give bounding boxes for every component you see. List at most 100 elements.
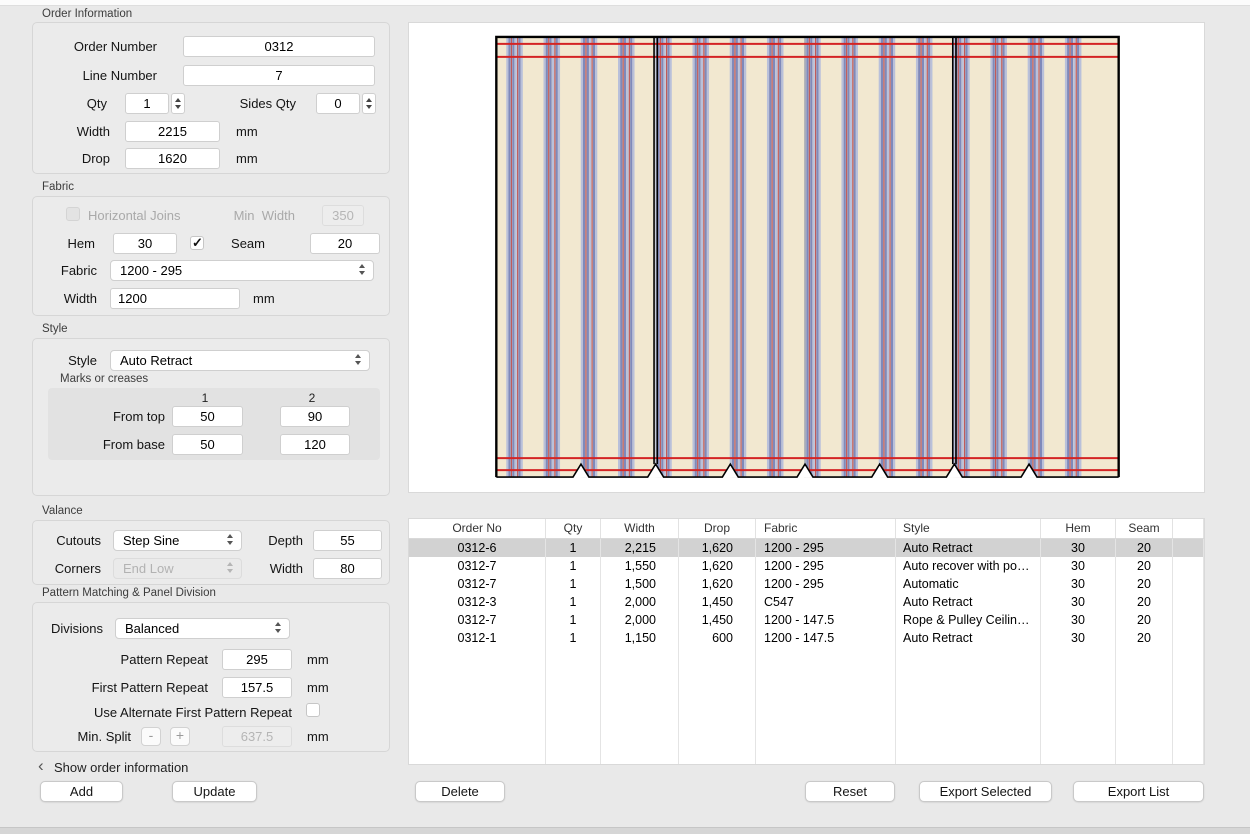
divisions-select[interactable]: Balanced	[115, 618, 290, 639]
table-cell	[1116, 701, 1173, 719]
window-top-edge	[0, 0, 1250, 6]
table-cell	[1116, 665, 1173, 683]
pattern-repeat-field[interactable]: 295	[222, 649, 292, 670]
table-row[interactable]	[409, 647, 1204, 665]
table-row[interactable]	[409, 737, 1204, 755]
table-cell: Auto Retract	[896, 629, 1041, 647]
table-row[interactable]: 0312-612,2151,6201200 - 295Auto Retract3…	[409, 539, 1204, 557]
table-cell	[1173, 575, 1204, 593]
table-row[interactable]	[409, 665, 1204, 683]
table-row[interactable]	[409, 701, 1204, 719]
table-cell	[1173, 611, 1204, 629]
width-unit-label: mm	[236, 124, 258, 139]
table-row[interactable]: 0312-711,5501,6201200 - 295Auto recover …	[409, 557, 1204, 575]
table-cell	[409, 719, 546, 737]
table-row[interactable]: 0312-711,5001,6201200 - 295Automatic3020	[409, 575, 1204, 593]
column-header[interactable]: Hem	[1041, 519, 1116, 538]
table-cell: 1,500	[601, 575, 679, 593]
column-header[interactable]: Seam	[1116, 519, 1173, 538]
table-cell: 1200 - 147.5	[756, 611, 896, 629]
use-alternate-first-pattern-repeat-checkbox[interactable]	[306, 703, 320, 717]
corners-select-value: End Low	[123, 561, 174, 576]
table-cell: 1,620	[679, 539, 756, 557]
table-cell: 1200 - 147.5	[756, 629, 896, 647]
table-cell: Rope & Pulley Ceilin…	[896, 611, 1041, 629]
add-button[interactable]: Add	[40, 781, 123, 802]
table-row[interactable]	[409, 719, 1204, 737]
table-cell: 0312-6	[409, 539, 546, 557]
table-row[interactable]: 0312-312,0001,450C547Auto Retract3020	[409, 593, 1204, 611]
section-title-style: Style	[42, 323, 68, 335]
marks-column-1-header: 1	[185, 391, 225, 405]
horizontal-joins-checkbox[interactable]	[66, 207, 80, 221]
delete-button[interactable]: Delete	[415, 781, 505, 802]
min-width-field[interactable]: 350	[322, 205, 364, 226]
min-split-decrement-button[interactable]: -	[141, 727, 161, 746]
width-field[interactable]: 2215	[125, 121, 220, 142]
width-label: Width	[50, 124, 110, 139]
line-number-label: Line Number	[37, 68, 157, 83]
drop-field[interactable]: 1620	[125, 148, 220, 169]
line-number-field[interactable]: 7	[183, 65, 375, 86]
qty-stepper[interactable]	[171, 93, 185, 114]
depth-label: Depth	[253, 533, 303, 548]
table-cell: 1,150	[601, 629, 679, 647]
table-body: 0312-612,2151,6201200 - 295Auto Retract3…	[409, 539, 1204, 765]
min-split-increment-button[interactable]: +	[170, 727, 190, 746]
sides-qty-field[interactable]: 0	[316, 93, 360, 114]
table-cell	[1173, 557, 1204, 575]
table-cell	[409, 737, 546, 755]
fabric-width-label: Width	[47, 291, 97, 306]
table-cell	[1041, 701, 1116, 719]
table-row[interactable]	[409, 683, 1204, 701]
table-cell	[896, 647, 1041, 665]
order-number-field[interactable]: 0312	[183, 36, 375, 57]
drop-unit-label: mm	[236, 151, 258, 166]
qty-field[interactable]: 1	[125, 93, 169, 114]
table-cell: 1,450	[679, 593, 756, 611]
valance-width-field[interactable]: 80	[313, 558, 382, 579]
table-cell	[601, 719, 679, 737]
corners-select[interactable]: End Low	[113, 558, 242, 579]
from-base-1-field[interactable]: 50	[172, 434, 243, 455]
column-header[interactable]: Fabric	[756, 519, 896, 538]
from-top-1-field[interactable]: 50	[172, 406, 243, 427]
update-button[interactable]: Update	[172, 781, 257, 802]
table-cell	[1116, 647, 1173, 665]
fabric-select[interactable]: 1200 - 295	[110, 260, 374, 281]
export-selected-button[interactable]: Export Selected	[919, 781, 1052, 802]
cutouts-select[interactable]: Step Sine	[113, 530, 242, 551]
seam-field[interactable]: 20	[310, 233, 380, 254]
min-split-field[interactable]: 637.5	[222, 726, 292, 747]
style-label: Style	[47, 353, 97, 368]
column-header[interactable]: Drop	[679, 519, 756, 538]
table-row[interactable]: 0312-712,0001,4501200 - 147.5Rope & Pull…	[409, 611, 1204, 629]
column-header[interactable]: Qty	[546, 519, 601, 538]
from-top-2-field[interactable]: 90	[280, 406, 350, 427]
table-cell: 20	[1116, 593, 1173, 611]
sides-qty-stepper[interactable]	[362, 93, 376, 114]
column-header[interactable]: Width	[601, 519, 679, 538]
table-cell: 1,550	[601, 557, 679, 575]
hem-field[interactable]: 30	[113, 233, 177, 254]
fabric-width-field[interactable]: 1200	[110, 288, 240, 309]
table-cell	[756, 665, 896, 683]
from-base-2-field[interactable]: 120	[280, 434, 350, 455]
first-pattern-repeat-field[interactable]: 157.5	[222, 677, 292, 698]
hem-checkbox[interactable]	[190, 236, 204, 250]
depth-field[interactable]: 55	[313, 530, 382, 551]
style-select[interactable]: Auto Retract	[110, 350, 370, 371]
column-header[interactable]	[1173, 519, 1204, 538]
chevron-up-down-icon	[227, 534, 235, 548]
table-row[interactable]: 0312-111,1506001200 - 147.5Auto Retract3…	[409, 629, 1204, 647]
column-header[interactable]: Order No	[409, 519, 546, 538]
table-row[interactable]	[409, 755, 1204, 765]
export-list-button[interactable]: Export List	[1073, 781, 1204, 802]
table-cell	[896, 665, 1041, 683]
table-cell	[1116, 755, 1173, 765]
reset-button[interactable]: Reset	[805, 781, 895, 802]
column-header[interactable]: Style	[896, 519, 1041, 538]
table-cell	[601, 683, 679, 701]
table-cell: 0312-7	[409, 557, 546, 575]
show-order-information-link[interactable]: Show order information	[54, 760, 188, 775]
